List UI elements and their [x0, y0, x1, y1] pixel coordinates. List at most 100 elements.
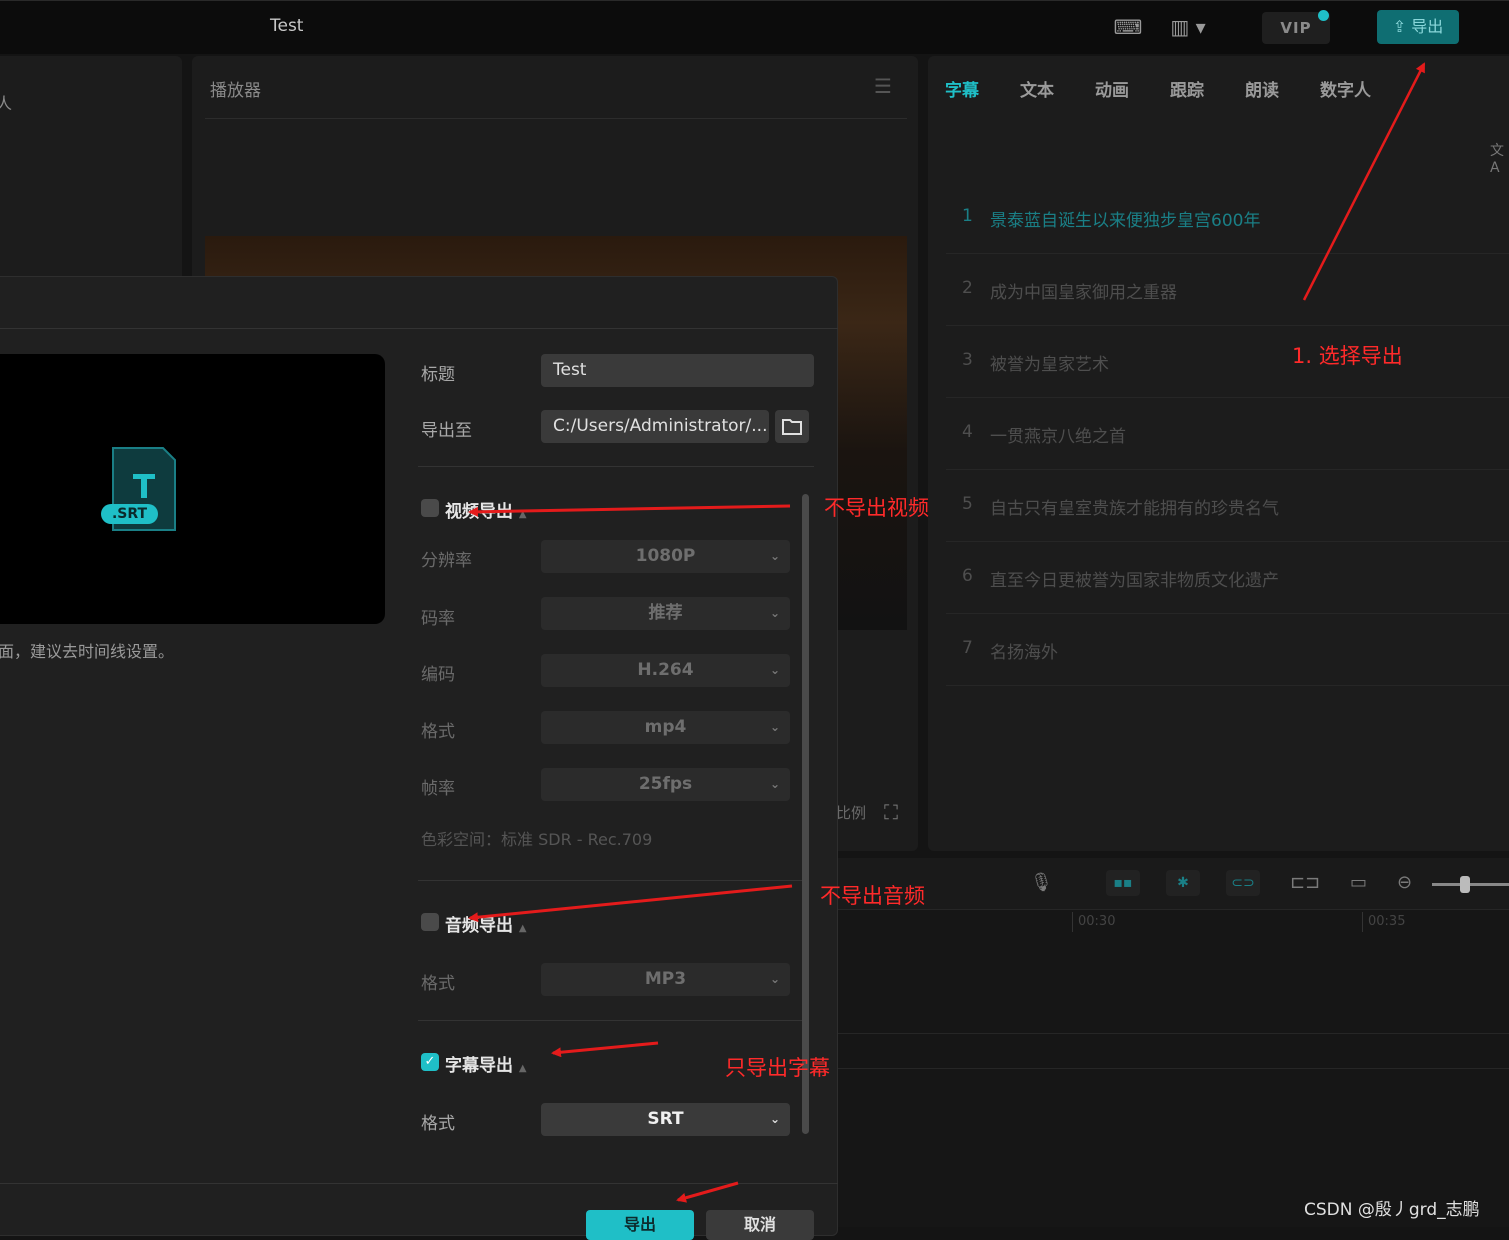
subtitle-row[interactable]: 7 名扬海外: [946, 614, 1509, 686]
magnet-icon[interactable]: ✱: [1166, 870, 1200, 896]
tab-text[interactable]: 文本: [1020, 76, 1054, 101]
subtitle-number: 2: [962, 278, 973, 298]
codec-label: 编码: [421, 665, 455, 685]
subtitle-format-label: 格式: [421, 1114, 455, 1134]
bitrate-select[interactable]: 推荐 ⌄: [541, 597, 790, 630]
chevron-down-icon: ⌄: [769, 777, 780, 791]
audio-format-select[interactable]: MP3 ⌄: [541, 963, 790, 996]
subtitle-export-title[interactable]: 字幕导出 ▲: [445, 1051, 527, 1076]
cancel-button[interactable]: 取消: [706, 1210, 814, 1240]
left-panel: [0, 56, 182, 286]
zoom-slider-handle[interactable]: [1460, 876, 1470, 893]
timeline-time-label: 00:30: [1078, 914, 1116, 929]
audio-export-checkbox[interactable]: [421, 913, 439, 931]
subtitle-text[interactable]: 直至今日更被誉为国家非物质文化遗产: [990, 566, 1279, 591]
player-divider: [205, 118, 907, 119]
subtitle-text[interactable]: 名扬海外: [990, 638, 1058, 663]
tab-digital-human[interactable]: 数字人: [1320, 76, 1371, 101]
video-export-checkbox[interactable]: [421, 499, 439, 517]
player-menu-icon[interactable]: ☰: [874, 74, 892, 98]
dialog-separator: [418, 1020, 804, 1021]
resolution-label: 分辨率: [421, 551, 472, 571]
subtitle-text[interactable]: 景泰蓝自诞生以来便独步皇宫600年: [990, 206, 1260, 231]
audio-format-label: 格式: [421, 974, 455, 994]
chevron-down-icon: ⌄: [769, 720, 780, 734]
subtitle-row[interactable]: 3 被誉为皇家艺术: [946, 326, 1509, 398]
project-title: Test: [270, 16, 304, 36]
keyboard-icon[interactable]: ⌨: [1113, 14, 1143, 40]
video-export-title[interactable]: 视频导出 ▲: [445, 497, 527, 522]
annotation-no-video: 不导出视频: [824, 496, 929, 520]
layout-dropdown-icon[interactable]: ▥ ▾: [1165, 14, 1211, 40]
video-format-select[interactable]: mp4 ⌄: [541, 711, 790, 744]
browse-folder-button[interactable]: [775, 410, 809, 443]
export-icon: ⇪: [1392, 17, 1407, 36]
framerate-select[interactable]: 25fps ⌄: [541, 768, 790, 801]
subtitle-row[interactable]: 6 直至今日更被誉为国家非物质文化遗产: [946, 542, 1509, 614]
split-icon[interactable]: ⊏⊐: [1290, 872, 1320, 893]
bitrate-label: 码率: [421, 609, 455, 629]
subtitle-number: 7: [962, 638, 973, 658]
folder-icon: [782, 419, 802, 435]
chain-icon[interactable]: ⊂⊃: [1226, 870, 1260, 896]
resolution-select[interactable]: 1080P ⌄: [541, 540, 790, 573]
audio-export-title[interactable]: 音频导出 ▲: [445, 911, 527, 936]
video-format-label: 格式: [421, 722, 455, 742]
left-panel-label: 人: [0, 94, 13, 113]
collapse-caret-icon[interactable]: ▲: [519, 1063, 527, 1074]
dialog-scrollbar[interactable]: [802, 494, 809, 1134]
subtitle-text[interactable]: 成为中国皇家御用之重器: [990, 278, 1177, 303]
export-button[interactable]: 导出: [586, 1210, 694, 1240]
microphone-icon[interactable]: 🎙: [1030, 872, 1053, 893]
timeline-tick: [1072, 912, 1073, 932]
timeline-tick: [1362, 912, 1363, 932]
export-preview: [0, 354, 385, 624]
collapse-caret-icon[interactable]: ▲: [519, 923, 527, 934]
player-title: 播放器: [210, 81, 261, 101]
dialog-separator: [418, 880, 804, 881]
subtitle-row[interactable]: 4 一贯燕京八绝之首: [946, 398, 1509, 470]
codec-select[interactable]: H.264 ⌄: [541, 654, 790, 687]
zoom-slider-track[interactable]: [1432, 883, 1509, 886]
dialog-separator: [418, 466, 814, 467]
tab-tracking[interactable]: 跟踪: [1170, 76, 1204, 101]
tab-read-aloud[interactable]: 朗读: [1245, 76, 1279, 101]
export-path-input[interactable]: C:/Users/Administrator/...: [541, 410, 769, 443]
annotation-step1: 1. 选择导出: [1292, 344, 1403, 368]
subtitle-number: 3: [962, 350, 973, 370]
aspect-ratio-button[interactable]: 比例: [836, 802, 866, 823]
subtitle-number: 6: [962, 566, 973, 586]
tab-animation[interactable]: 动画: [1095, 76, 1129, 101]
chevron-down-icon: ⌄: [769, 606, 780, 620]
srt-badge: .SRT: [101, 504, 158, 524]
top-export-button[interactable]: ⇪ 导出: [1377, 10, 1459, 44]
export-to-label: 导出至: [421, 421, 472, 441]
subtitle-row[interactable]: 1 景泰蓝自诞生以来便独步皇宫600年: [946, 182, 1509, 254]
subtitle-text[interactable]: 一贯燕京八绝之首: [990, 422, 1126, 447]
preview-zoom-icon[interactable]: ▭: [1350, 872, 1367, 893]
subtitle-export-checkbox[interactable]: ✓: [421, 1053, 439, 1071]
translate-icon[interactable]: 文A: [1490, 140, 1509, 176]
timeline-area: [838, 858, 1509, 1227]
collapse-caret-icon[interactable]: ▲: [519, 509, 527, 520]
timeline-time-label: 00:35: [1368, 914, 1406, 929]
zoom-out-icon[interactable]: ⊖: [1397, 872, 1412, 893]
subtitle-format-select[interactable]: SRT ⌄: [541, 1103, 790, 1136]
dialog-header-divider: [0, 328, 838, 329]
fullscreen-icon[interactable]: ⛶: [884, 800, 898, 824]
chevron-down-icon: ⌄: [769, 1112, 780, 1126]
subtitle-text[interactable]: 自古只有皇室贵族才能拥有的珍贵名气: [990, 494, 1279, 519]
subtitle-row[interactable]: 5 自古只有皇室贵族才能拥有的珍贵名气: [946, 470, 1509, 542]
title-input[interactable]: Test: [541, 354, 814, 387]
chevron-down-icon: ⌄: [769, 549, 780, 563]
link-clips-icon[interactable]: ▪▪: [1106, 870, 1140, 896]
annotation-no-audio: 不导出音频: [820, 884, 925, 908]
subtitle-number: 5: [962, 494, 973, 514]
dialog-hint: 面，建议去时间线设置。: [0, 642, 175, 661]
subtitle-row[interactable]: 2 成为中国皇家御用之重器: [946, 254, 1509, 326]
tab-subtitle[interactable]: 字幕: [945, 76, 979, 101]
chevron-down-icon: ⌄: [769, 663, 780, 677]
watermark: CSDN @殷丿grd_志鹏: [1304, 1200, 1480, 1220]
framerate-label: 帧率: [421, 779, 455, 799]
subtitle-text[interactable]: 被誉为皇家艺术: [990, 350, 1109, 375]
